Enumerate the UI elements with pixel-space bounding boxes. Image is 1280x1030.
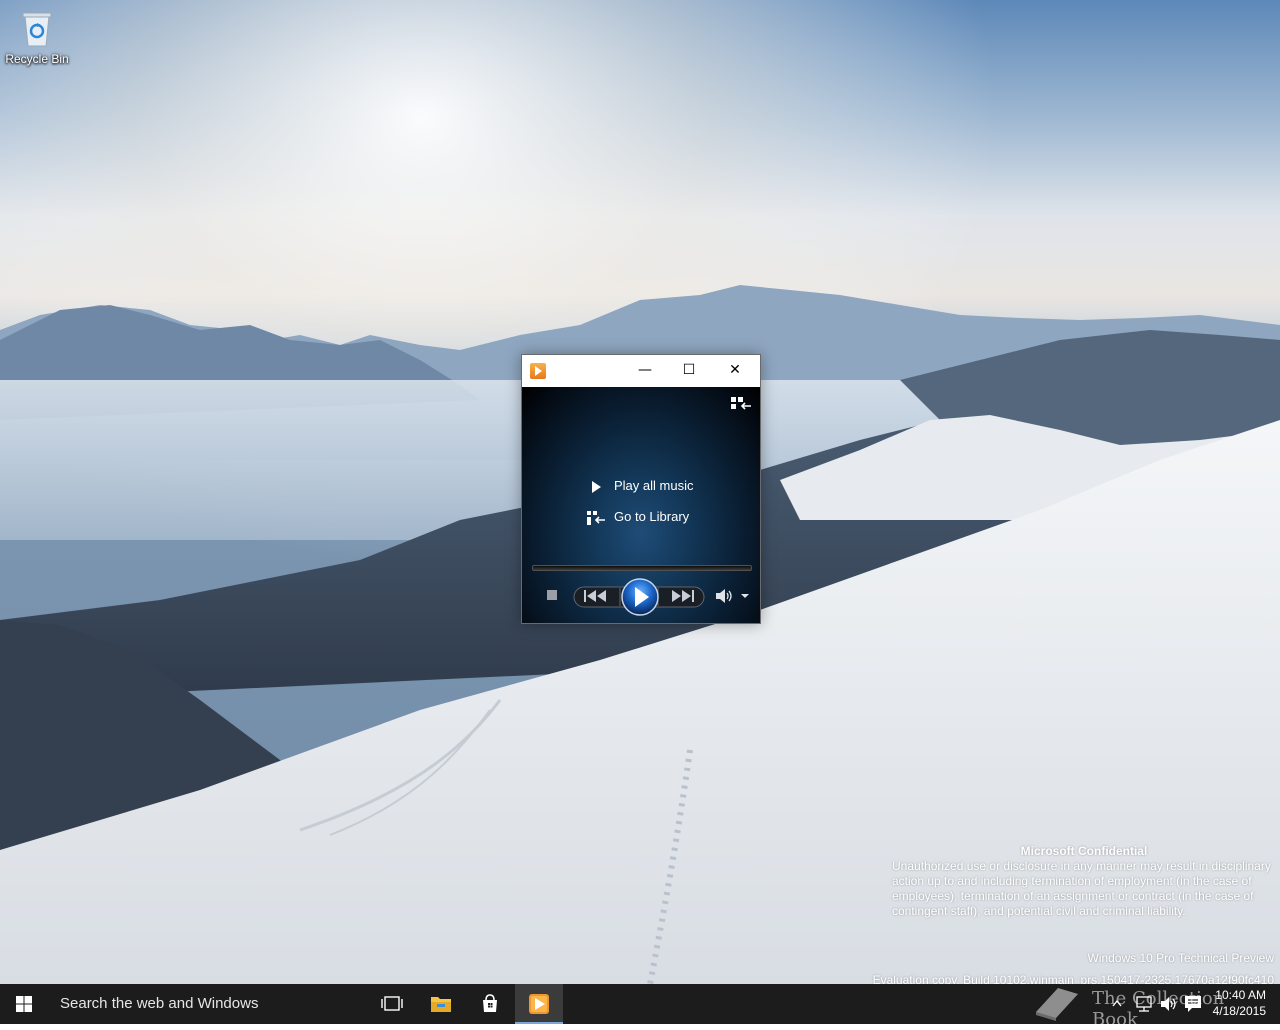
library-icon [586,510,606,526]
volume-icon[interactable] [714,588,734,604]
play-all-music-link[interactable]: Play all music [586,476,693,496]
task-view-icon [381,996,403,1011]
media-player-window[interactable]: — ☐ ✕ Play all music Go to Library [521,354,761,624]
title-bar[interactable]: — ☐ ✕ [522,355,760,387]
recycle-bin-icon [22,10,52,48]
switch-to-library-icon[interactable] [730,395,752,413]
file-explorer-button[interactable] [417,984,465,1024]
task-view-button[interactable] [368,984,416,1024]
windows-logo-icon [16,996,32,1012]
close-button[interactable]: ✕ [712,355,758,387]
next-icon[interactable] [668,588,696,604]
minimize-button[interactable]: — [622,355,668,387]
maximize-button[interactable]: ☐ [666,355,712,387]
edition-text: Windows 10 Pro Technical Preview [1087,951,1274,965]
now-playing-area: Play all music Go to Library [522,387,760,623]
play-button[interactable] [620,577,660,617]
watermark-title: Microsoft Confidential [1020,844,1148,858]
collection-book-watermark: The Collection Book [1030,978,1270,1030]
media-player-app-icon [530,363,546,379]
play-all-music-label: Play all music [614,478,694,493]
play-icon [586,479,606,495]
start-button[interactable] [0,984,48,1024]
recycle-bin-shortcut[interactable]: Recycle Bin [4,8,70,76]
media-player-taskbar-button[interactable] [515,984,563,1024]
media-player-icon [529,994,549,1014]
store-button[interactable] [466,984,514,1024]
recycle-bin-label: Recycle Bin [5,52,69,66]
search-box[interactable]: Search the web and Windows [48,984,368,1024]
seek-bar[interactable] [532,565,752,571]
book-logo-icon [1036,988,1078,1021]
store-bag-icon [483,994,497,1012]
playback-controls [522,577,760,617]
go-to-library-label: Go to Library [614,509,690,524]
chevron-down-icon[interactable] [740,593,750,599]
stop-icon[interactable] [546,589,558,601]
go-to-library-link[interactable]: Go to Library [586,507,689,527]
watermark-body: Unauthorized use or disclosure in any ma… [892,859,1271,918]
confidential-watermark: Microsoft Confidential Unauthorized use … [892,844,1276,919]
previous-icon[interactable] [582,588,610,604]
folder-icon [431,997,451,1012]
